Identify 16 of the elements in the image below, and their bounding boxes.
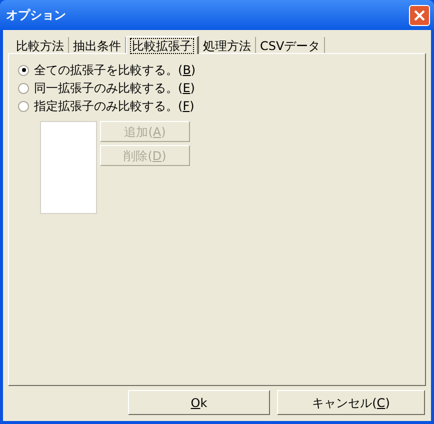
radio-label: 同一拡張子のみ比較する。(E) (34, 80, 195, 97)
radio-button[interactable] (18, 82, 29, 94)
tab[interactable]: 処理方法 (199, 37, 256, 53)
dialog-button[interactable]: Ok (128, 390, 270, 415)
tab[interactable]: 比較方法 (12, 37, 69, 53)
window-title: オプション (6, 7, 66, 24)
extension-list[interactable] (40, 121, 97, 214)
radio-label: 指定拡張子のみ比較する。(F) (34, 98, 194, 115)
tab[interactable]: CSVデータ (256, 37, 326, 53)
tab[interactable]: 比較拡張子 (126, 36, 199, 54)
radio-button[interactable] (18, 100, 29, 112)
close-button[interactable] (409, 4, 430, 26)
radio-button[interactable] (18, 64, 29, 76)
radio-label: 全ての拡張子を比較する。(B) (34, 62, 196, 79)
close-icon (414, 10, 425, 20)
dialog-button[interactable]: キャンセル(C) (277, 390, 425, 415)
